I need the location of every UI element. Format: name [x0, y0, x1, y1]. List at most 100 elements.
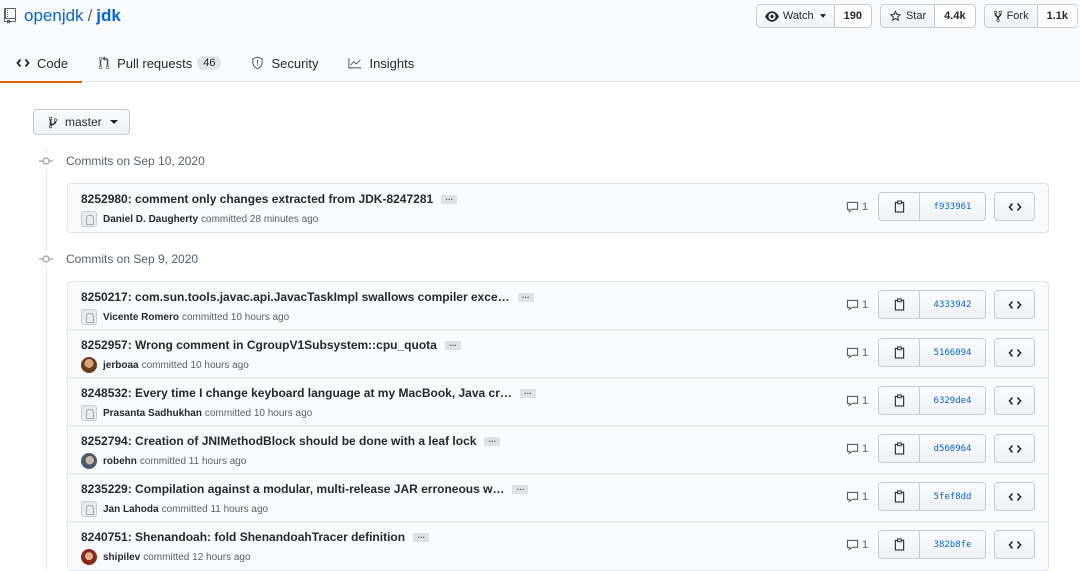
commit-author-link[interactable]: jerboaa: [103, 360, 139, 371]
commit-comments-link[interactable]: 1: [846, 491, 868, 503]
repo-name-link[interactable]: jdk: [96, 6, 121, 26]
comment-icon: [846, 491, 859, 503]
commit-time: committed 12 hours ago: [143, 551, 251, 563]
commit-time: committed 11 hours ago: [161, 503, 269, 515]
expand-message-button[interactable]: …: [413, 531, 430, 542]
commit-title-container: 8252957: Wrong comment in CgroupV1Subsys…: [81, 338, 461, 352]
commit-author-link[interactable]: Jan Lahoda: [103, 504, 159, 515]
commit-sha-group: 4333942: [878, 290, 986, 319]
code-icon: [1007, 444, 1022, 453]
browse-repo-at-commit-button[interactable]: [994, 192, 1035, 221]
browse-repo-at-commit-button[interactable]: [994, 530, 1035, 559]
code-icon: [1007, 202, 1022, 211]
copy-sha-button[interactable]: [879, 531, 920, 558]
repo-owner-link[interactable]: openjdk: [24, 6, 84, 26]
copy-sha-button[interactable]: [879, 193, 920, 220]
comment-count: 1: [862, 539, 869, 551]
commit-title-link[interactable]: 8252794: Creation of JNIMethodBlock shou…: [81, 434, 476, 448]
comment-count: 1: [862, 347, 869, 359]
commit-time: committed 28 minutes ago: [201, 213, 319, 225]
git-commit-icon: [39, 255, 53, 263]
commit-title-link[interactable]: 8250217: com.sun.tools.javac.api.JavacTa…: [81, 290, 510, 304]
commit-comments-link[interactable]: 1: [846, 443, 868, 455]
commit-meta: robehn committed 11 hours ago: [81, 453, 246, 469]
commit-list: 8250217: com.sun.tools.javac.api.JavacTa…: [67, 281, 1049, 571]
expand-message-button[interactable]: …: [512, 483, 529, 494]
watch-group: Watch 190: [755, 4, 872, 28]
commit-sha-link[interactable]: 382b8fe: [920, 531, 985, 558]
copy-sha-button[interactable]: [879, 435, 920, 462]
pull-requests-counter: 46: [197, 56, 222, 70]
fork-button[interactable]: Fork: [984, 5, 1038, 27]
browse-repo-at-commit-button[interactable]: [994, 290, 1035, 319]
copy-sha-button[interactable]: [879, 483, 920, 510]
commit-comments-link[interactable]: 1: [846, 539, 868, 551]
repo-actions: Watch 190 Star 4.4k Fork 1.1k: [755, 4, 1078, 28]
avatar[interactable]: [81, 501, 97, 517]
expand-message-button[interactable]: …: [484, 435, 501, 446]
tab-security[interactable]: Security: [235, 44, 332, 82]
watch-label: Watch: [782, 10, 814, 22]
commit-title-link[interactable]: 8240751: Shenandoah: fold ShenandoahTrac…: [81, 530, 405, 544]
commit-author-link[interactable]: Vicente Romero: [103, 312, 179, 323]
star-button[interactable]: Star: [880, 5, 936, 27]
tab-code[interactable]: Code: [0, 44, 83, 83]
star-count[interactable]: 4.4k: [935, 5, 975, 27]
commit-title-link[interactable]: 8252957: Wrong comment in CgroupV1Subsys…: [81, 338, 437, 352]
commit-sha-link[interactable]: f933961: [920, 193, 985, 220]
avatar[interactable]: [81, 549, 97, 565]
commit-comments-link[interactable]: 1: [846, 299, 868, 311]
commit-author-link[interactable]: Prasanta Sadhukhan: [103, 408, 202, 419]
tab-insights-label: Insights: [369, 55, 415, 71]
watch-button[interactable]: Watch: [756, 5, 835, 27]
commit-author-link[interactable]: shipilev: [103, 552, 140, 563]
commit-sha-link[interactable]: 5166094: [920, 339, 985, 366]
commit-comments-link[interactable]: 1: [846, 395, 868, 407]
avatar[interactable]: [81, 211, 97, 227]
avatar[interactable]: [81, 405, 97, 421]
commit-sha-group: f933961: [878, 192, 986, 221]
browse-repo-at-commit-button[interactable]: [994, 386, 1035, 415]
browse-repo-at-commit-button[interactable]: [994, 434, 1035, 463]
commit-comments-link[interactable]: 1: [846, 201, 868, 213]
branch-select-button[interactable]: master: [33, 109, 130, 135]
commit-author-link[interactable]: robehn: [103, 456, 137, 467]
fork-count[interactable]: 1.1k: [1037, 5, 1077, 27]
commit-title-link[interactable]: 8235229: Compilation against a modular, …: [81, 482, 504, 496]
expand-message-button[interactable]: …: [517, 291, 534, 302]
avatar[interactable]: [81, 357, 97, 373]
tab-pull-requests[interactable]: Pull requests 46: [82, 44, 235, 82]
commit-title-link[interactable]: 8252980: comment only changes extracted …: [81, 192, 433, 206]
commit-sha-link[interactable]: 6329de4: [920, 387, 985, 414]
expand-message-button[interactable]: …: [441, 193, 458, 204]
commit-author-link[interactable]: Daniel D. Daugherty: [103, 214, 198, 225]
commit-comments-link[interactable]: 1: [846, 347, 868, 359]
copy-sha-button[interactable]: [879, 387, 920, 414]
commits-timeline: [46, 148, 47, 570]
copy-sha-button[interactable]: [879, 339, 920, 366]
copy-sha-button[interactable]: [879, 291, 920, 318]
code-icon: [1007, 396, 1022, 405]
branch-label: master: [65, 115, 102, 129]
commit-sha-link[interactable]: d560964: [920, 435, 985, 462]
watch-count[interactable]: 190: [834, 5, 871, 27]
fork-label: Fork: [1006, 10, 1029, 22]
expand-message-button[interactable]: …: [444, 339, 461, 350]
comment-count: 1: [862, 395, 869, 407]
commit-sha-link[interactable]: 5fef8dd: [920, 483, 985, 510]
tab-insights[interactable]: Insights: [332, 44, 428, 82]
commit-sha-link[interactable]: 4333942: [920, 291, 985, 318]
avatar[interactable]: [81, 453, 97, 469]
commit-title-container: 8248532: Every time I change keyboard la…: [81, 386, 536, 400]
commit-meta: shipilev committed 12 hours ago: [81, 549, 251, 565]
expand-message-button[interactable]: …: [519, 387, 536, 398]
commit-title-link[interactable]: 8248532: Every time I change keyboard la…: [81, 386, 512, 400]
commit-node: [38, 251, 54, 267]
browse-repo-at-commit-button[interactable]: [994, 338, 1035, 367]
avatar[interactable]: [81, 309, 97, 325]
code-icon: [1007, 540, 1022, 549]
repo-separator: /: [87, 6, 93, 25]
commit-row: 8235229: Compilation against a modular, …: [68, 474, 1048, 522]
browse-repo-at-commit-button[interactable]: [994, 482, 1035, 511]
commit-row: 8252980: comment only changes extracted …: [68, 184, 1048, 232]
